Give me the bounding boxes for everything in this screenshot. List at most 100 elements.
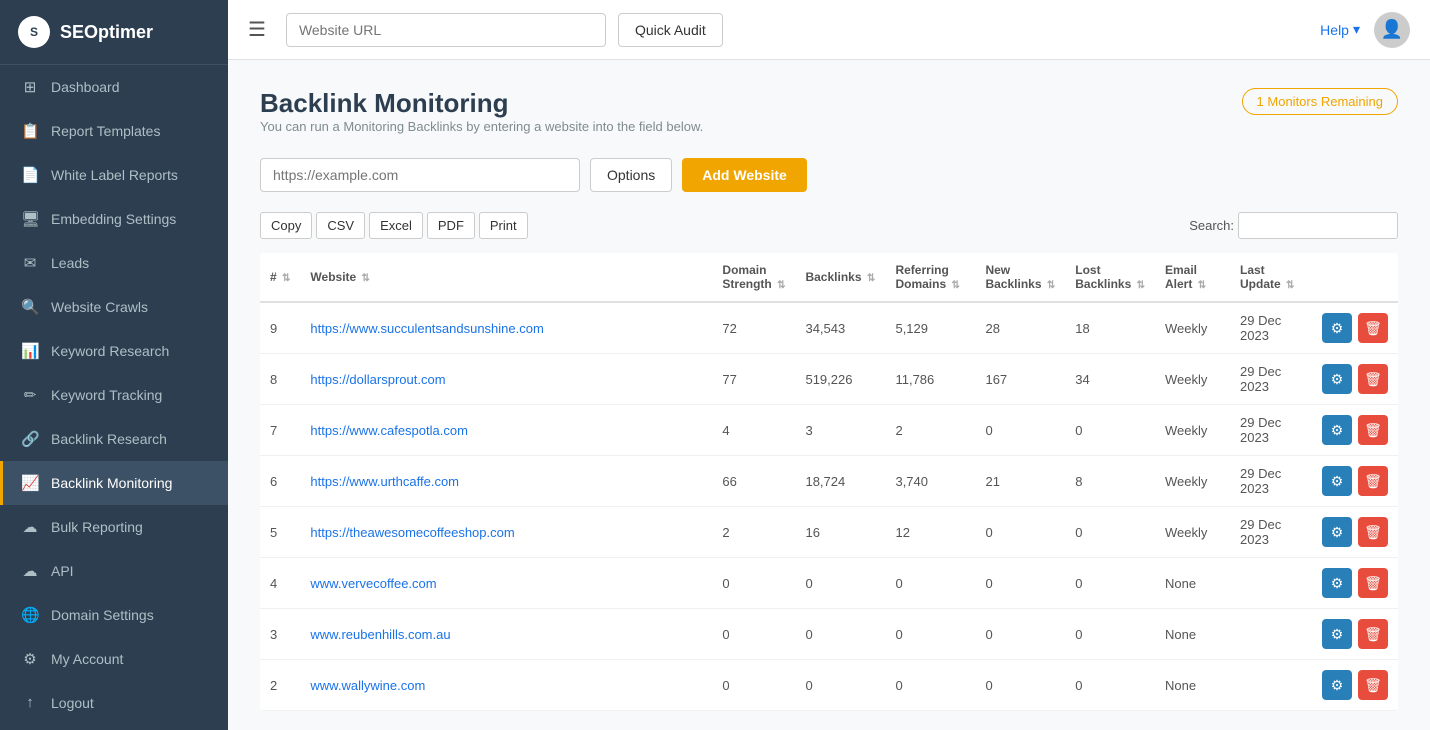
cell-last-update: 29 Dec 2023 [1230, 405, 1310, 456]
cell-num: 6 [260, 456, 300, 507]
search-label: Search: [1189, 218, 1234, 233]
cell-backlinks: 3 [795, 405, 885, 456]
sidebar-item-dashboard[interactable]: ⊞ Dashboard [0, 65, 228, 109]
cell-new-backlinks: 0 [975, 558, 1065, 609]
col-lost-backlinks[interactable]: LostBacklinks ⇅ [1065, 253, 1155, 302]
sidebar-item-report-templates[interactable]: 📋 Report Templates [0, 109, 228, 153]
cell-email-alert: Weekly [1155, 302, 1230, 354]
cell-actions: ⚙ 🗑 [1310, 456, 1398, 507]
white-label-reports-icon: 📄 [21, 166, 39, 184]
hamburger-icon[interactable]: ☰ [248, 17, 266, 42]
cell-website: www.vervecoffee.com [300, 558, 712, 609]
delete-button[interactable]: 🗑 [1358, 313, 1388, 343]
website-link[interactable]: www.vervecoffee.com [310, 576, 436, 591]
help-button[interactable]: Help ▾ [1320, 21, 1360, 38]
sidebar-item-keyword-research[interactable]: 📊 Keyword Research [0, 329, 228, 373]
sidebar-item-backlink-monitoring[interactable]: 📈 Backlink Monitoring [0, 461, 228, 505]
pdf-button[interactable]: PDF [427, 212, 475, 239]
sidebar-item-website-crawls[interactable]: 🔍 Website Crawls [0, 285, 228, 329]
table-row: 3 www.reubenhills.com.au 0 0 0 0 0 None … [260, 609, 1398, 660]
logout-icon: ↑ [21, 694, 39, 711]
options-button[interactable]: Options [590, 158, 672, 192]
website-link[interactable]: https://theawesomecoffeeshop.com [310, 525, 514, 540]
cell-actions: ⚙ 🗑 [1310, 405, 1398, 456]
col-website[interactable]: Website ⇅ [300, 253, 712, 302]
col-num[interactable]: # ⇅ [260, 253, 300, 302]
website-link[interactable]: https://www.cafespotla.com [310, 423, 468, 438]
delete-button[interactable]: 🗑 [1358, 568, 1388, 598]
report-templates-icon: 📋 [21, 122, 39, 140]
cell-email-alert: None [1155, 558, 1230, 609]
my-account-icon: ⚙ [21, 650, 39, 668]
sidebar-item-label: Logout [51, 695, 94, 711]
sidebar-item-my-account[interactable]: ⚙ My Account [0, 637, 228, 681]
settings-button[interactable]: ⚙ [1322, 466, 1352, 496]
cell-backlinks: 0 [795, 558, 885, 609]
url-input[interactable] [286, 13, 606, 47]
cell-domain-strength: 72 [712, 302, 795, 354]
action-buttons: ⚙ 🗑 [1320, 670, 1388, 700]
cell-actions: ⚙ 🗑 [1310, 302, 1398, 354]
col-domain-strength[interactable]: DomainStrength ⇅ [712, 253, 795, 302]
table-row: 2 www.wallywine.com 0 0 0 0 0 None ⚙ 🗑 [260, 660, 1398, 711]
delete-button[interactable]: 🗑 [1358, 466, 1388, 496]
sidebar-item-white-label-reports[interactable]: 📄 White Label Reports [0, 153, 228, 197]
table-row: 7 https://www.cafespotla.com 4 3 2 0 0 W… [260, 405, 1398, 456]
action-buttons: ⚙ 🗑 [1320, 313, 1388, 343]
delete-button[interactable]: 🗑 [1358, 415, 1388, 445]
avatar-icon[interactable]: 👤 [1374, 12, 1410, 48]
cell-last-update: 29 Dec 2023 [1230, 456, 1310, 507]
api-icon: ☁ [21, 562, 39, 580]
cell-website: https://dollarsprout.com [300, 354, 712, 405]
col-referring-domains[interactable]: ReferringDomains ⇅ [885, 253, 975, 302]
sidebar-item-leads[interactable]: ✉ Leads [0, 241, 228, 285]
sidebar-item-bulk-reporting[interactable]: ☁ Bulk Reporting [0, 505, 228, 549]
website-link[interactable]: www.reubenhills.com.au [310, 627, 450, 642]
sidebar-item-keyword-tracking[interactable]: ✏ Keyword Tracking [0, 373, 228, 417]
col-last-update[interactable]: LastUpdate ⇅ [1230, 253, 1310, 302]
cell-referring-domains: 0 [885, 558, 975, 609]
copy-button[interactable]: Copy [260, 212, 312, 239]
cell-domain-strength: 0 [712, 558, 795, 609]
settings-button[interactable]: ⚙ [1322, 619, 1352, 649]
sidebar-item-logout[interactable]: ↑ Logout [0, 681, 228, 724]
col-email-alert[interactable]: EmailAlert ⇅ [1155, 253, 1230, 302]
sidebar-item-domain-settings[interactable]: 🌐 Domain Settings [0, 593, 228, 637]
delete-button[interactable]: 🗑 [1358, 364, 1388, 394]
settings-button[interactable]: ⚙ [1322, 568, 1352, 598]
keyword-research-icon: 📊 [21, 342, 39, 360]
cell-referring-domains: 5,129 [885, 302, 975, 354]
settings-button[interactable]: ⚙ [1322, 364, 1352, 394]
search-input[interactable] [1238, 212, 1398, 239]
sidebar-item-backlink-research[interactable]: 🔗 Backlink Research [0, 417, 228, 461]
add-website-button[interactable]: Add Website [682, 158, 807, 192]
topbar-right: Help ▾ 👤 [1320, 12, 1410, 48]
keyword-tracking-icon: ✏ [21, 386, 39, 404]
table-row: 9 https://www.succulentsandsunshine.com … [260, 302, 1398, 354]
cell-lost-backlinks: 0 [1065, 660, 1155, 711]
cell-domain-strength: 2 [712, 507, 795, 558]
sidebar-item-api[interactable]: ☁ API [0, 549, 228, 593]
website-link[interactable]: https://dollarsprout.com [310, 372, 445, 387]
settings-button[interactable]: ⚙ [1322, 313, 1352, 343]
cell-last-update [1230, 660, 1310, 711]
action-buttons: ⚙ 🗑 [1320, 568, 1388, 598]
delete-button[interactable]: 🗑 [1358, 670, 1388, 700]
website-url-input[interactable] [260, 158, 580, 192]
print-button[interactable]: Print [479, 212, 528, 239]
website-link[interactable]: www.wallywine.com [310, 678, 425, 693]
col-backlinks[interactable]: Backlinks ⇅ [795, 253, 885, 302]
settings-button[interactable]: ⚙ [1322, 517, 1352, 547]
website-link[interactable]: https://www.urthcaffe.com [310, 474, 459, 489]
settings-button[interactable]: ⚙ [1322, 415, 1352, 445]
csv-button[interactable]: CSV [316, 212, 365, 239]
col-new-backlinks[interactable]: NewBacklinks ⇅ [975, 253, 1065, 302]
delete-button[interactable]: 🗑 [1358, 517, 1388, 547]
delete-button[interactable]: 🗑 [1358, 619, 1388, 649]
website-link[interactable]: https://www.succulentsandsunshine.com [310, 321, 543, 336]
backlinks-table: # ⇅ Website ⇅ DomainStrength ⇅ Backlinks… [260, 253, 1398, 711]
settings-button[interactable]: ⚙ [1322, 670, 1352, 700]
excel-button[interactable]: Excel [369, 212, 423, 239]
sidebar-item-embedding-settings[interactable]: 🖥 Embedding Settings [0, 197, 228, 241]
quick-audit-button[interactable]: Quick Audit [618, 13, 723, 47]
